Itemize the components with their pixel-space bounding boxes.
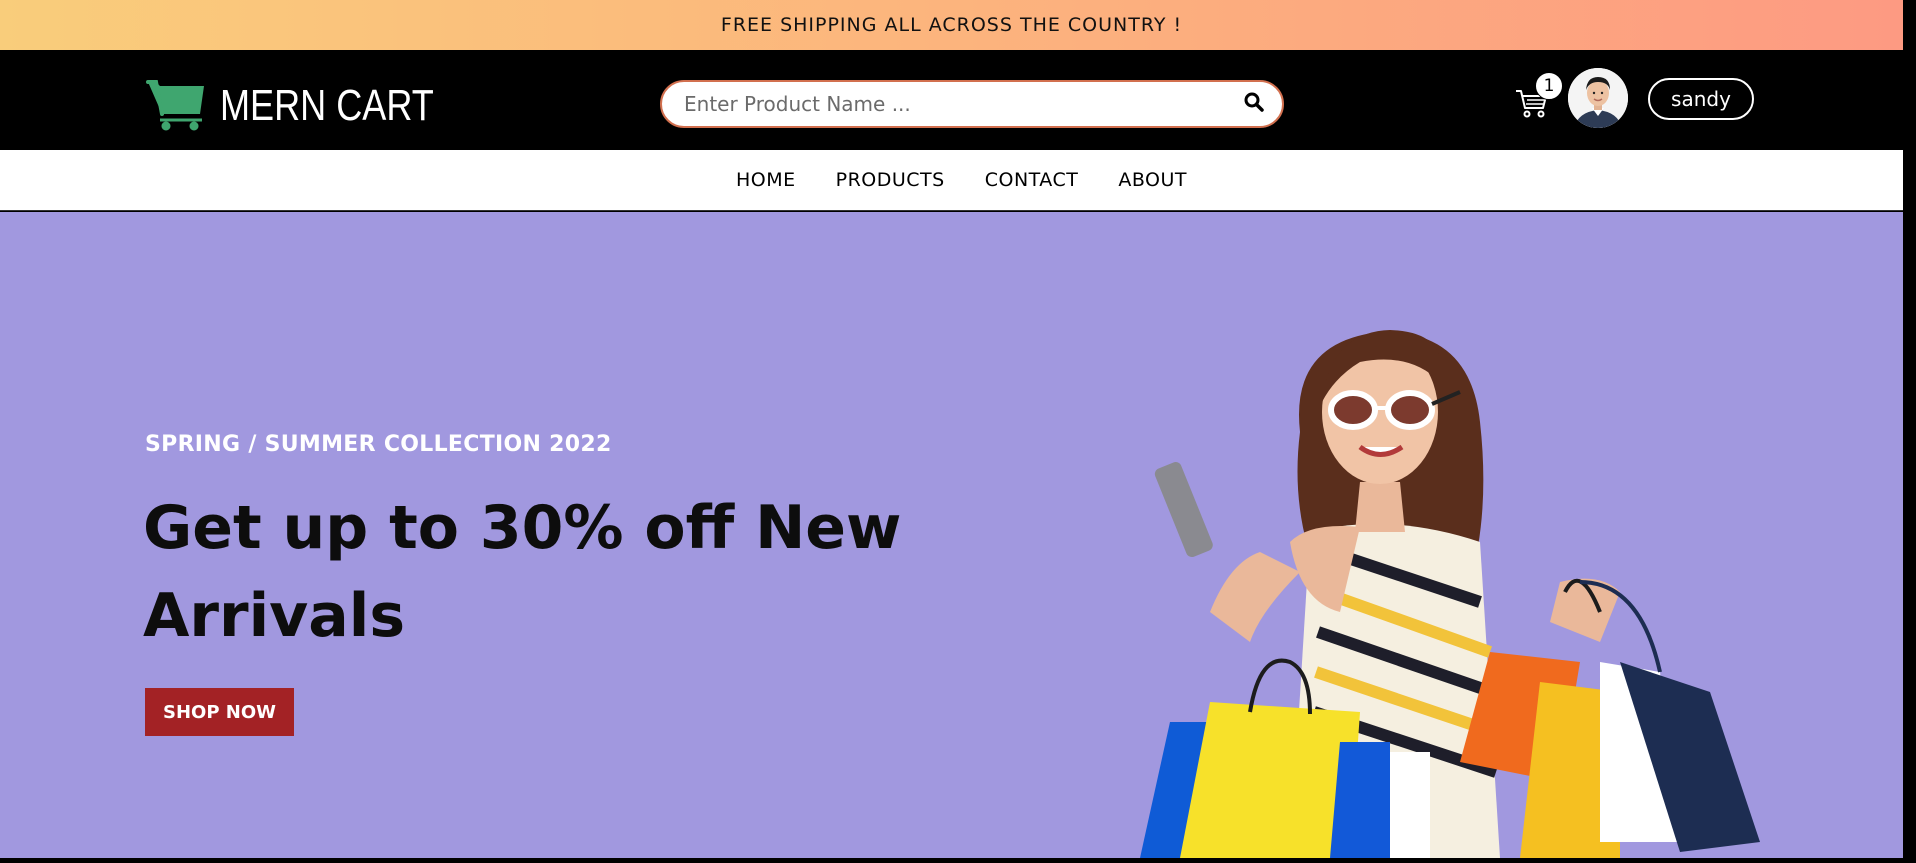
search-button[interactable] — [1234, 84, 1274, 124]
page: FREE SHIPPING ALL ACROSS THE COUNTRY ! M… — [0, 0, 1916, 863]
nav-contact[interactable]: CONTACT — [985, 169, 1079, 191]
nav-home[interactable]: HOME — [736, 169, 796, 191]
nav-about[interactable]: ABOUT — [1118, 169, 1187, 191]
cart-count-badge: 1 — [1535, 72, 1563, 100]
user-avatar[interactable] — [1568, 68, 1628, 128]
shopping-cart-icon — [146, 76, 210, 136]
search-input[interactable] — [682, 91, 1234, 117]
top-navbar: MERN CART Enter Product Name ... 1 sandy — [0, 50, 1903, 150]
announcement-bar: FREE SHIPPING ALL ACROSS THE COUNTRY ! — [0, 0, 1903, 50]
cart-button[interactable]: 1 — [1515, 72, 1563, 122]
nav-products[interactable]: PRODUCTS — [836, 169, 945, 191]
logo-text: MERN CART — [220, 81, 434, 130]
hero-subtitle: SPRING / SUMMER COLLECTION 2022 — [145, 432, 612, 457]
hero-title: Get up to 30% off New Arrivals — [143, 493, 902, 651]
hero-banner: SPRING / SUMMER COLLECTION 2022 Get up t… — [0, 212, 1903, 858]
logo[interactable]: MERN CART — [146, 76, 481, 136]
hero-model-image — [1060, 282, 1820, 858]
main-menu: HOME PRODUCTS CONTACT ABOUT — [0, 150, 1903, 211]
search-bar — [660, 80, 1284, 128]
announcement-text: FREE SHIPPING ALL ACROSS THE COUNTRY ! — [720, 14, 1183, 36]
search-icon — [1244, 92, 1264, 116]
shop-now-button[interactable]: SHOP NOW — [145, 688, 294, 736]
user-name-button[interactable]: sandy — [1648, 78, 1754, 120]
